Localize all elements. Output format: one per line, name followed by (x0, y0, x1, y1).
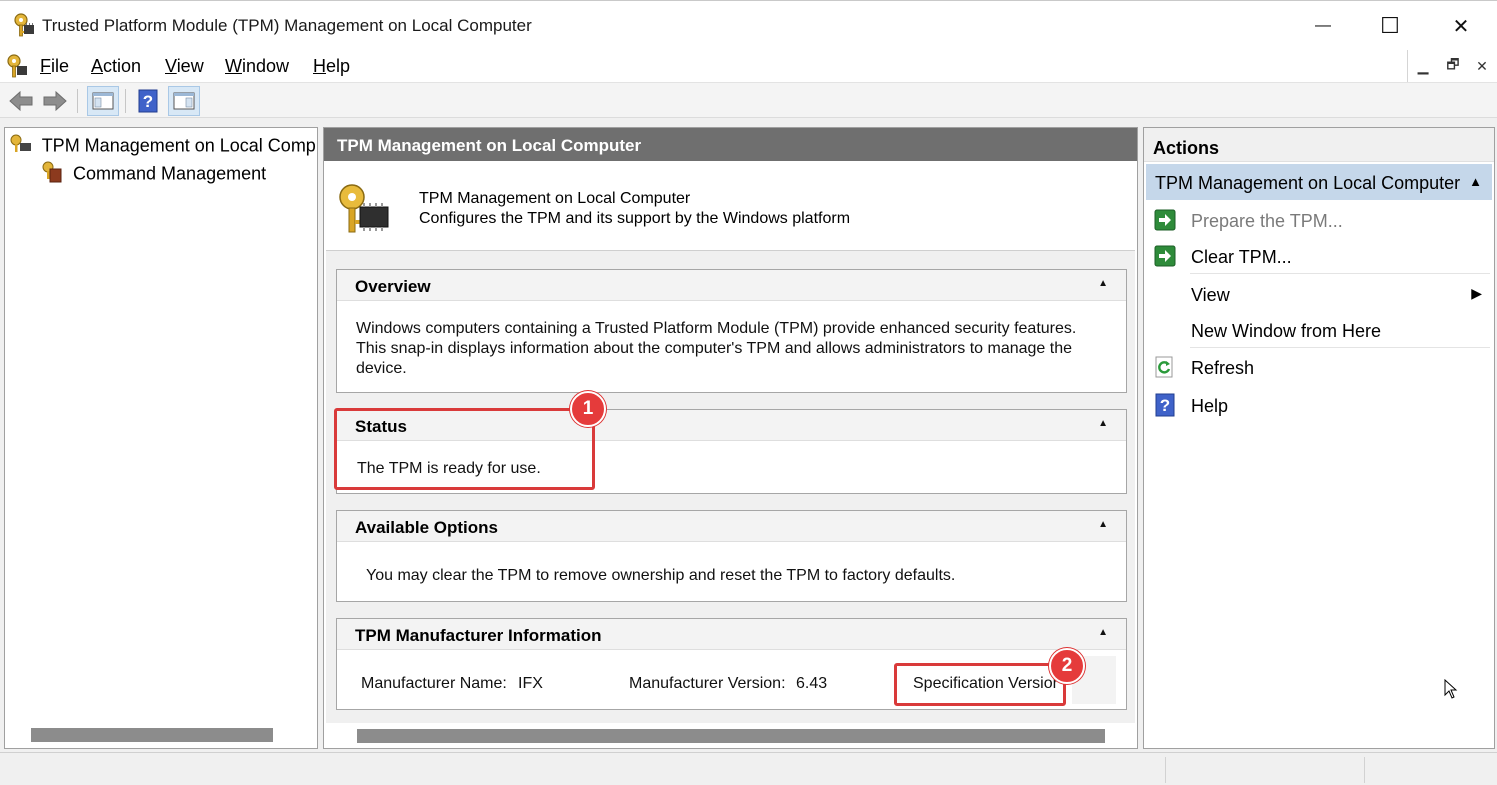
green-arrow-icon (1154, 244, 1176, 268)
left-horizontal-scrollbar[interactable] (31, 728, 273, 742)
available-options-header[interactable]: Available Options ▲ (337, 511, 1126, 542)
menu-bar: File Action View Window Help (0, 50, 1497, 82)
back-button[interactable] (5, 86, 37, 116)
action-new-window[interactable]: New Window from Here (1144, 312, 1494, 348)
available-options-text: You may clear the TPM to remove ownershi… (366, 567, 956, 584)
actions-group-header[interactable]: TPM Management on Local Computer ▲ (1146, 164, 1492, 200)
callout-badge-1: 1 (570, 391, 606, 427)
callout-badge-2: 2 (1049, 648, 1085, 684)
tree-node-label: Command Management (73, 163, 267, 184)
collapse-up-icon[interactable]: ▲ (1098, 627, 1108, 638)
action-label: Refresh (1191, 358, 1255, 378)
minimize-button[interactable]: — (1288, 9, 1358, 43)
window-title: Trusted Platform Module (TPM) Management… (42, 16, 532, 35)
snapin-intro: TPM Management on Local Computer Configu… (326, 163, 1135, 251)
svg-text:?: ? (143, 92, 153, 111)
results-horizontal-scrollbar[interactable] (357, 729, 1105, 743)
mmc-icon[interactable] (4, 54, 30, 85)
menu-action[interactable]: Action (91, 56, 141, 77)
action-pane-icon (173, 92, 195, 110)
command-management-icon (39, 161, 63, 188)
mdi-close-icon[interactable]: ✕ (1467, 50, 1497, 82)
action-clear-tpm[interactable]: Clear TPM... (1144, 238, 1494, 274)
collapse-up-icon[interactable]: ▲ (1098, 278, 1108, 289)
intro-description: Configures the TPM and its support by th… (419, 210, 851, 227)
status-callout-box (334, 408, 595, 490)
tpm-key-icon (12, 13, 36, 44)
refresh-icon (1154, 355, 1176, 379)
menu-help[interactable]: Help (313, 56, 350, 77)
collapse-up-icon[interactable]: ▲ (1469, 174, 1482, 189)
action-prepare-tpm[interactable]: Prepare the TPM... (1144, 202, 1494, 238)
overview-line-2: This snap-in displays information about … (356, 340, 1072, 357)
overview-title: Overview (355, 277, 431, 296)
tpm-large-icon (336, 183, 392, 240)
title-bar: Trusted Platform Module (TPM) Management… (0, 0, 1497, 50)
maximize-icon: ☐ (1380, 13, 1400, 38)
overview-line-3: device. (356, 360, 407, 377)
manufacturer-name-label: Manufacturer Name: (361, 675, 507, 692)
maximize-button[interactable]: ☐ (1355, 9, 1425, 43)
show-hide-console-tree-button[interactable] (87, 86, 119, 116)
tpm-key-icon (9, 134, 33, 159)
menu-view[interactable]: View (165, 56, 204, 77)
help-icon: ? (1154, 393, 1176, 417)
action-help[interactable]: ? Help (1144, 387, 1494, 423)
actions-group-label: TPM Management on Local Computer (1155, 173, 1461, 193)
action-label: Help (1191, 396, 1229, 416)
collapse-up-icon[interactable]: ▲ (1098, 418, 1108, 429)
forward-arrow-icon (43, 90, 67, 112)
help-icon: ? (138, 89, 158, 113)
manufacturer-name-value: IFX (518, 675, 543, 692)
results-pane-header: TPM Management on Local Computer (324, 128, 1137, 161)
overview-header[interactable]: Overview ▲ (337, 270, 1126, 301)
overview-line-1: Windows computers containing a Trusted P… (356, 320, 1077, 337)
status-bar (0, 752, 1497, 785)
console-tree-pane: TPM Management on Local Compu Command Ma… (4, 127, 318, 749)
action-label: New Window from Here (1191, 321, 1382, 341)
action-label: Clear TPM... (1191, 247, 1292, 267)
tree-node-tpm-root[interactable]: TPM Management on Local Compu (9, 134, 318, 159)
submenu-arrow-icon: ▶ (1471, 285, 1482, 301)
manufacturer-version-label: Manufacturer Version: (629, 675, 786, 692)
actions-pane: Actions TPM Management on Local Computer… (1143, 127, 1495, 749)
collapse-up-icon[interactable]: ▲ (1098, 519, 1108, 530)
menu-file[interactable]: File (40, 56, 69, 77)
mdi-minimize-icon[interactable]: ▁ (1408, 50, 1438, 82)
green-arrow-icon (1154, 208, 1176, 232)
manufacturer-title: TPM Manufacturer Information (355, 626, 602, 645)
action-label: View (1191, 285, 1230, 305)
manufacturer-header[interactable]: TPM Manufacturer Information ▲ (337, 619, 1126, 650)
show-hide-action-pane-button[interactable] (168, 86, 200, 116)
console-tree-icon (92, 92, 114, 110)
intro-title: TPM Management on Local Computer (419, 190, 691, 207)
actions-header: Actions (1144, 128, 1494, 162)
action-label: Prepare the TPM... (1191, 211, 1343, 231)
action-refresh[interactable]: Refresh (1144, 349, 1494, 385)
menu-window[interactable]: Window (225, 56, 289, 77)
back-arrow-icon (9, 90, 33, 112)
mdi-restore-icon[interactable]: 🗗 (1438, 50, 1468, 82)
help-toolbar-button[interactable]: ? (132, 86, 164, 116)
minimize-icon: — (1315, 17, 1331, 34)
spec-version-callout-box (894, 663, 1066, 706)
manufacturer-version-value: 6.43 (796, 675, 828, 692)
close-icon: ✕ (1452, 15, 1470, 38)
available-options-title: Available Options (355, 518, 498, 537)
tree-node-label: TPM Management on Local Compu (41, 135, 318, 156)
overview-section: Overview ▲ Windows computers containing … (336, 269, 1127, 393)
available-options-section: Available Options ▲ You may clear the TP… (336, 510, 1127, 602)
action-view[interactable]: View ▶ (1144, 276, 1494, 312)
svg-text:?: ? (1160, 396, 1170, 415)
toolbar: ? (0, 82, 1497, 118)
close-button[interactable]: ✕ (1426, 9, 1496, 43)
mouse-cursor-icon (1444, 678, 1458, 704)
tree-node-command-management[interactable]: Command Management (39, 161, 266, 188)
forward-button[interactable] (39, 86, 71, 116)
